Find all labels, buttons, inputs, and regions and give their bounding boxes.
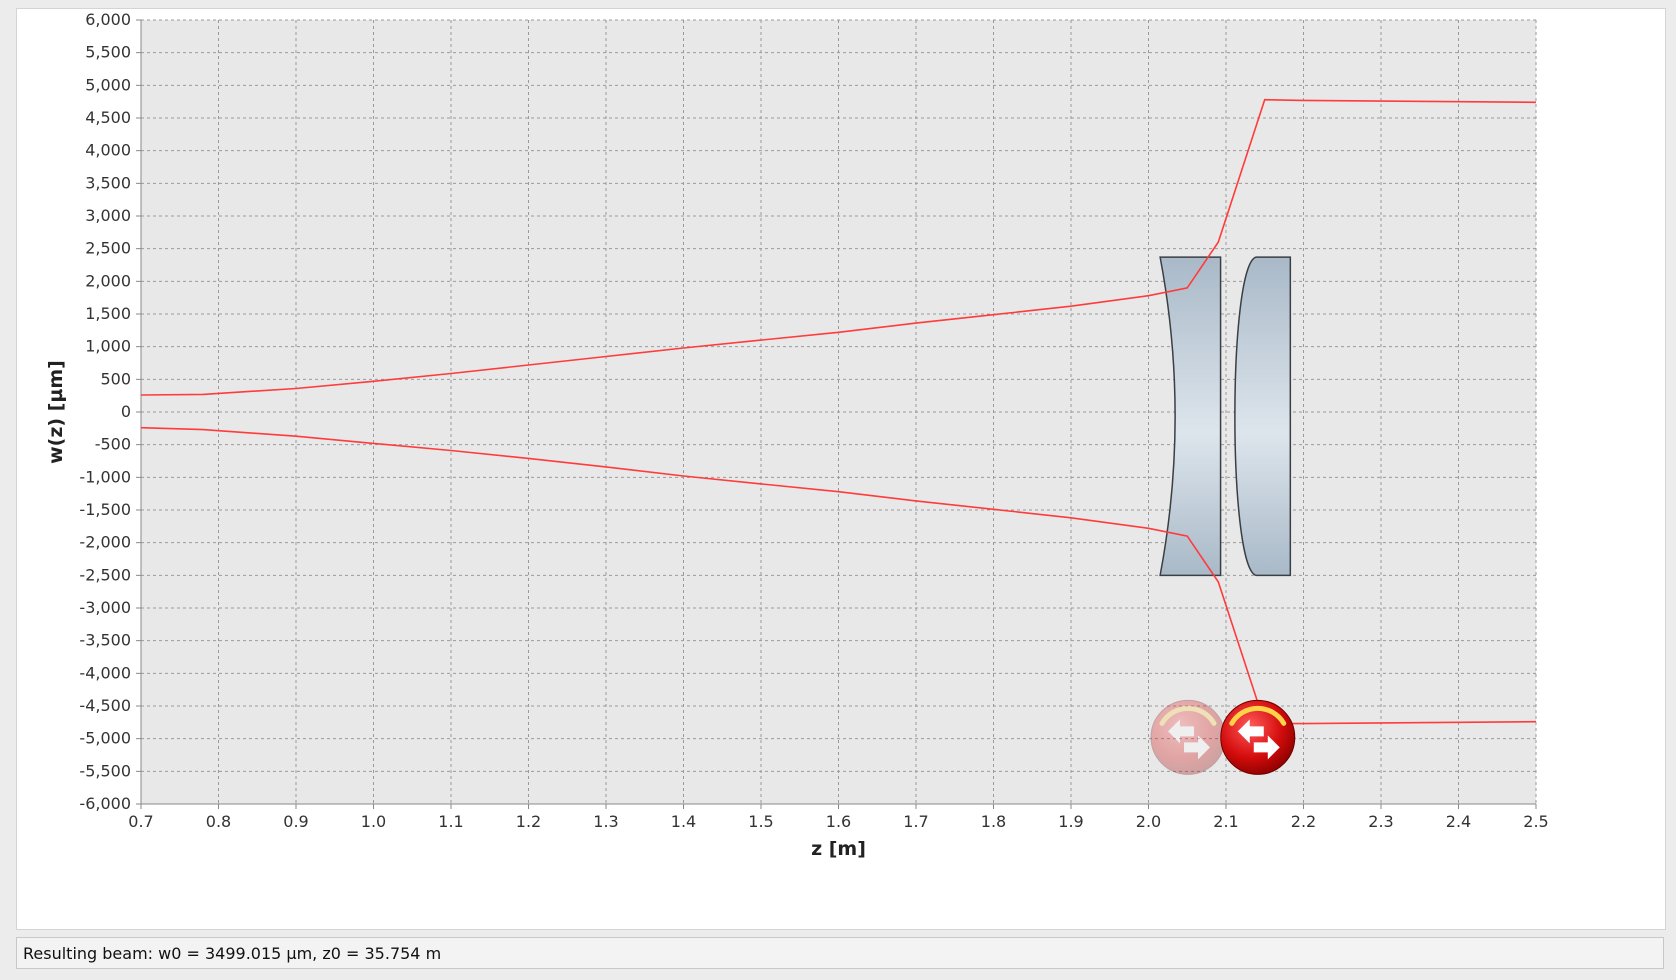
y-tick-label: -3,000	[79, 598, 131, 617]
y-tick-label: 2,000	[85, 271, 131, 290]
y-tick-label: 3,000	[85, 206, 131, 225]
x-tick-label: 1.4	[671, 812, 696, 831]
x-tick-label: 1.1	[438, 812, 463, 831]
x-tick-label: 1.3	[593, 812, 618, 831]
y-tick-label: 4,500	[85, 108, 131, 127]
y-axis-label: w(z) [µm]	[45, 360, 67, 464]
y-tick-label: 3,500	[85, 173, 131, 192]
y-tick-label: 5,500	[85, 43, 131, 62]
x-tick-label: 1.9	[1058, 812, 1083, 831]
status-bar: Resulting beam: w0 = 3499.015 µm, z0 = 3…	[16, 937, 1664, 969]
x-tick-label: 1.7	[903, 812, 928, 831]
y-tick-label: -6,000	[79, 794, 131, 813]
x-tick-label: 0.8	[206, 812, 231, 831]
x-tick-label: 0.9	[283, 812, 308, 831]
x-tick-label: 2.5	[1523, 812, 1548, 831]
y-tick-label: -4,500	[79, 696, 131, 715]
x-tick-label: 1.0	[361, 812, 386, 831]
x-tick-label: 2.2	[1291, 812, 1316, 831]
y-tick-label: -3,500	[79, 631, 131, 650]
chart-panel: 0.7 0.8 0.9 1.0 1.1 1.2 1.3 1.4 1.5 1.6 1.7 1.8 1.9 2…	[16, 8, 1666, 930]
x-tick-label: 1.5	[748, 812, 773, 831]
beam-chart: 0.7 0.8 0.9 1.0 1.1 1.2 1.3 1.4 1.5 1.6 1.7 1.8 1.9 2…	[45, 10, 1549, 860]
x-tick-label: 1.6	[826, 812, 851, 831]
y-tick-label: 0	[121, 402, 131, 421]
x-tick-label: 2.1	[1213, 812, 1238, 831]
y-tick-label: 1,000	[85, 337, 131, 356]
y-tick-label: -5,000	[79, 729, 131, 748]
app-window: 0.7 0.8 0.9 1.0 1.1 1.2 1.3 1.4 1.5 1.6 1.7 1.8 1.9 2…	[0, 0, 1676, 980]
x-tick-label: 2.4	[1446, 812, 1471, 831]
convex-lens[interactable]	[1234, 256, 1292, 577]
y-tick-label: -5,500	[79, 761, 131, 780]
y-tick-label: 4,000	[85, 141, 131, 160]
status-text: Resulting beam: w0 = 3499.015 µm, z0 = 3…	[23, 944, 442, 963]
y-tick-label: 1,500	[85, 304, 131, 323]
x-tick-label: 0.7	[128, 812, 153, 831]
y-tick-label: -4,000	[79, 663, 131, 682]
y-tick-label: 6,000	[85, 10, 131, 29]
y-tick-label: 2,500	[85, 239, 131, 258]
x-tick-label: 1.8	[981, 812, 1006, 831]
swap-handle-icon[interactable]	[1220, 699, 1296, 775]
y-tick-label: -1,000	[79, 467, 131, 486]
x-axis-label: z [m]	[811, 838, 866, 860]
y-tick-label: -2,000	[79, 533, 131, 552]
y-tick-label: 500	[100, 369, 131, 388]
x-tick-label: 1.2	[516, 812, 541, 831]
y-tick-label: 5,000	[85, 75, 131, 94]
y-tick-label: -2,500	[79, 565, 131, 584]
x-tick-label: 2.3	[1368, 812, 1393, 831]
y-tick-label: -1,500	[79, 500, 131, 519]
swap-handle-ghost-icon	[1150, 699, 1226, 775]
y-tick-label: -500	[95, 435, 131, 454]
x-tick-label: 2.0	[1136, 812, 1161, 831]
